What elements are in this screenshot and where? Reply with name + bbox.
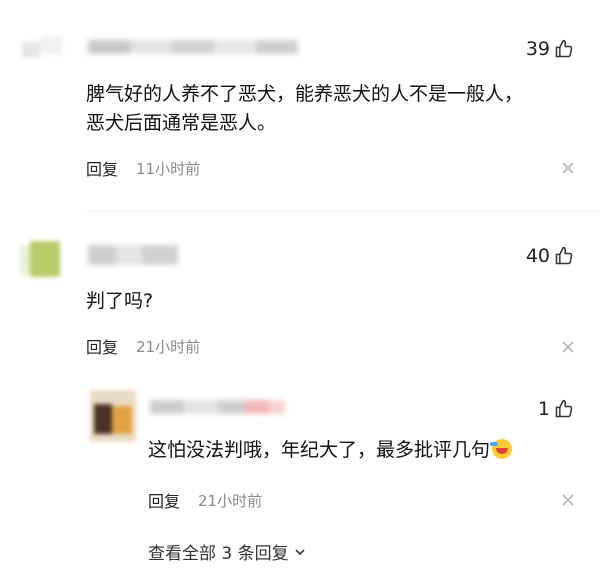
view-all-replies-link[interactable]: 查看全部 3 条回复 xyxy=(148,539,307,564)
timestamp: 11小时前 xyxy=(136,159,201,178)
timestamp: 21小时前 xyxy=(198,491,263,510)
thumbs-up-icon xyxy=(555,399,573,418)
comment-2: 40 判了吗? 回复 21小时前 xyxy=(0,215,600,365)
divider xyxy=(86,211,600,212)
reply-button[interactable]: 回复 xyxy=(86,334,118,358)
like-count: 39 xyxy=(525,38,550,60)
comment-meta: 回复 21小时前 xyxy=(86,334,200,358)
comment-text: 脾气好的人养不了恶犬，能养恶犬的人不是一般人， 恶犬后面通常是恶人。 xyxy=(86,80,523,138)
like-count: 40 xyxy=(525,245,550,267)
more-options-icon[interactable] xyxy=(560,492,576,508)
reply-button[interactable]: 回复 xyxy=(148,488,180,512)
username[interactable] xyxy=(88,40,298,54)
like-count: 1 xyxy=(537,398,550,420)
avatar[interactable] xyxy=(22,32,62,58)
more-options-icon[interactable] xyxy=(560,160,576,176)
avatar[interactable] xyxy=(20,237,64,283)
timestamp: 21小时前 xyxy=(136,337,201,356)
comment-text-line: 判了吗? xyxy=(86,290,154,312)
username[interactable] xyxy=(150,400,285,414)
avatar[interactable] xyxy=(90,390,136,442)
comment-text: 判了吗? xyxy=(86,287,153,316)
thumbs-up-icon xyxy=(555,39,573,58)
comment-1: 39 脾气好的人养不了恶犬，能养恶犬的人不是一般人， 恶犬后面通常是恶人。 回复… xyxy=(0,0,600,200)
like-button[interactable]: 39 xyxy=(526,38,574,60)
more-options-icon[interactable] xyxy=(560,339,576,355)
comment-text-line: 恶犬后面通常是恶人。 xyxy=(86,112,277,134)
comment-text: 这怕没法判哦，年纪大了，最多批评几句 xyxy=(148,436,513,465)
reply-button[interactable]: 回复 xyxy=(86,156,118,180)
username[interactable] xyxy=(88,245,178,265)
thumbs-up-icon xyxy=(555,246,573,265)
comment-text-line: 这怕没法判哦，年纪大了，最多批评几句 xyxy=(148,439,491,461)
crying-laughing-emoji-icon xyxy=(490,439,513,459)
view-all-replies-label: 查看全部 3 条回复 xyxy=(148,544,289,564)
like-button[interactable]: 1 xyxy=(538,398,574,420)
comment-text-line: 脾气好的人养不了恶犬，能养恶犬的人不是一般人， xyxy=(86,83,524,105)
comment-meta: 回复 11小时前 xyxy=(86,156,200,180)
chevron-down-icon xyxy=(295,548,305,555)
reply-comment: 1 这怕没法判哦，年纪大了，最多批评几句 回复 21小时前 xyxy=(0,378,600,528)
like-button[interactable]: 40 xyxy=(526,245,574,267)
comment-meta: 回复 21小时前 xyxy=(148,488,262,512)
